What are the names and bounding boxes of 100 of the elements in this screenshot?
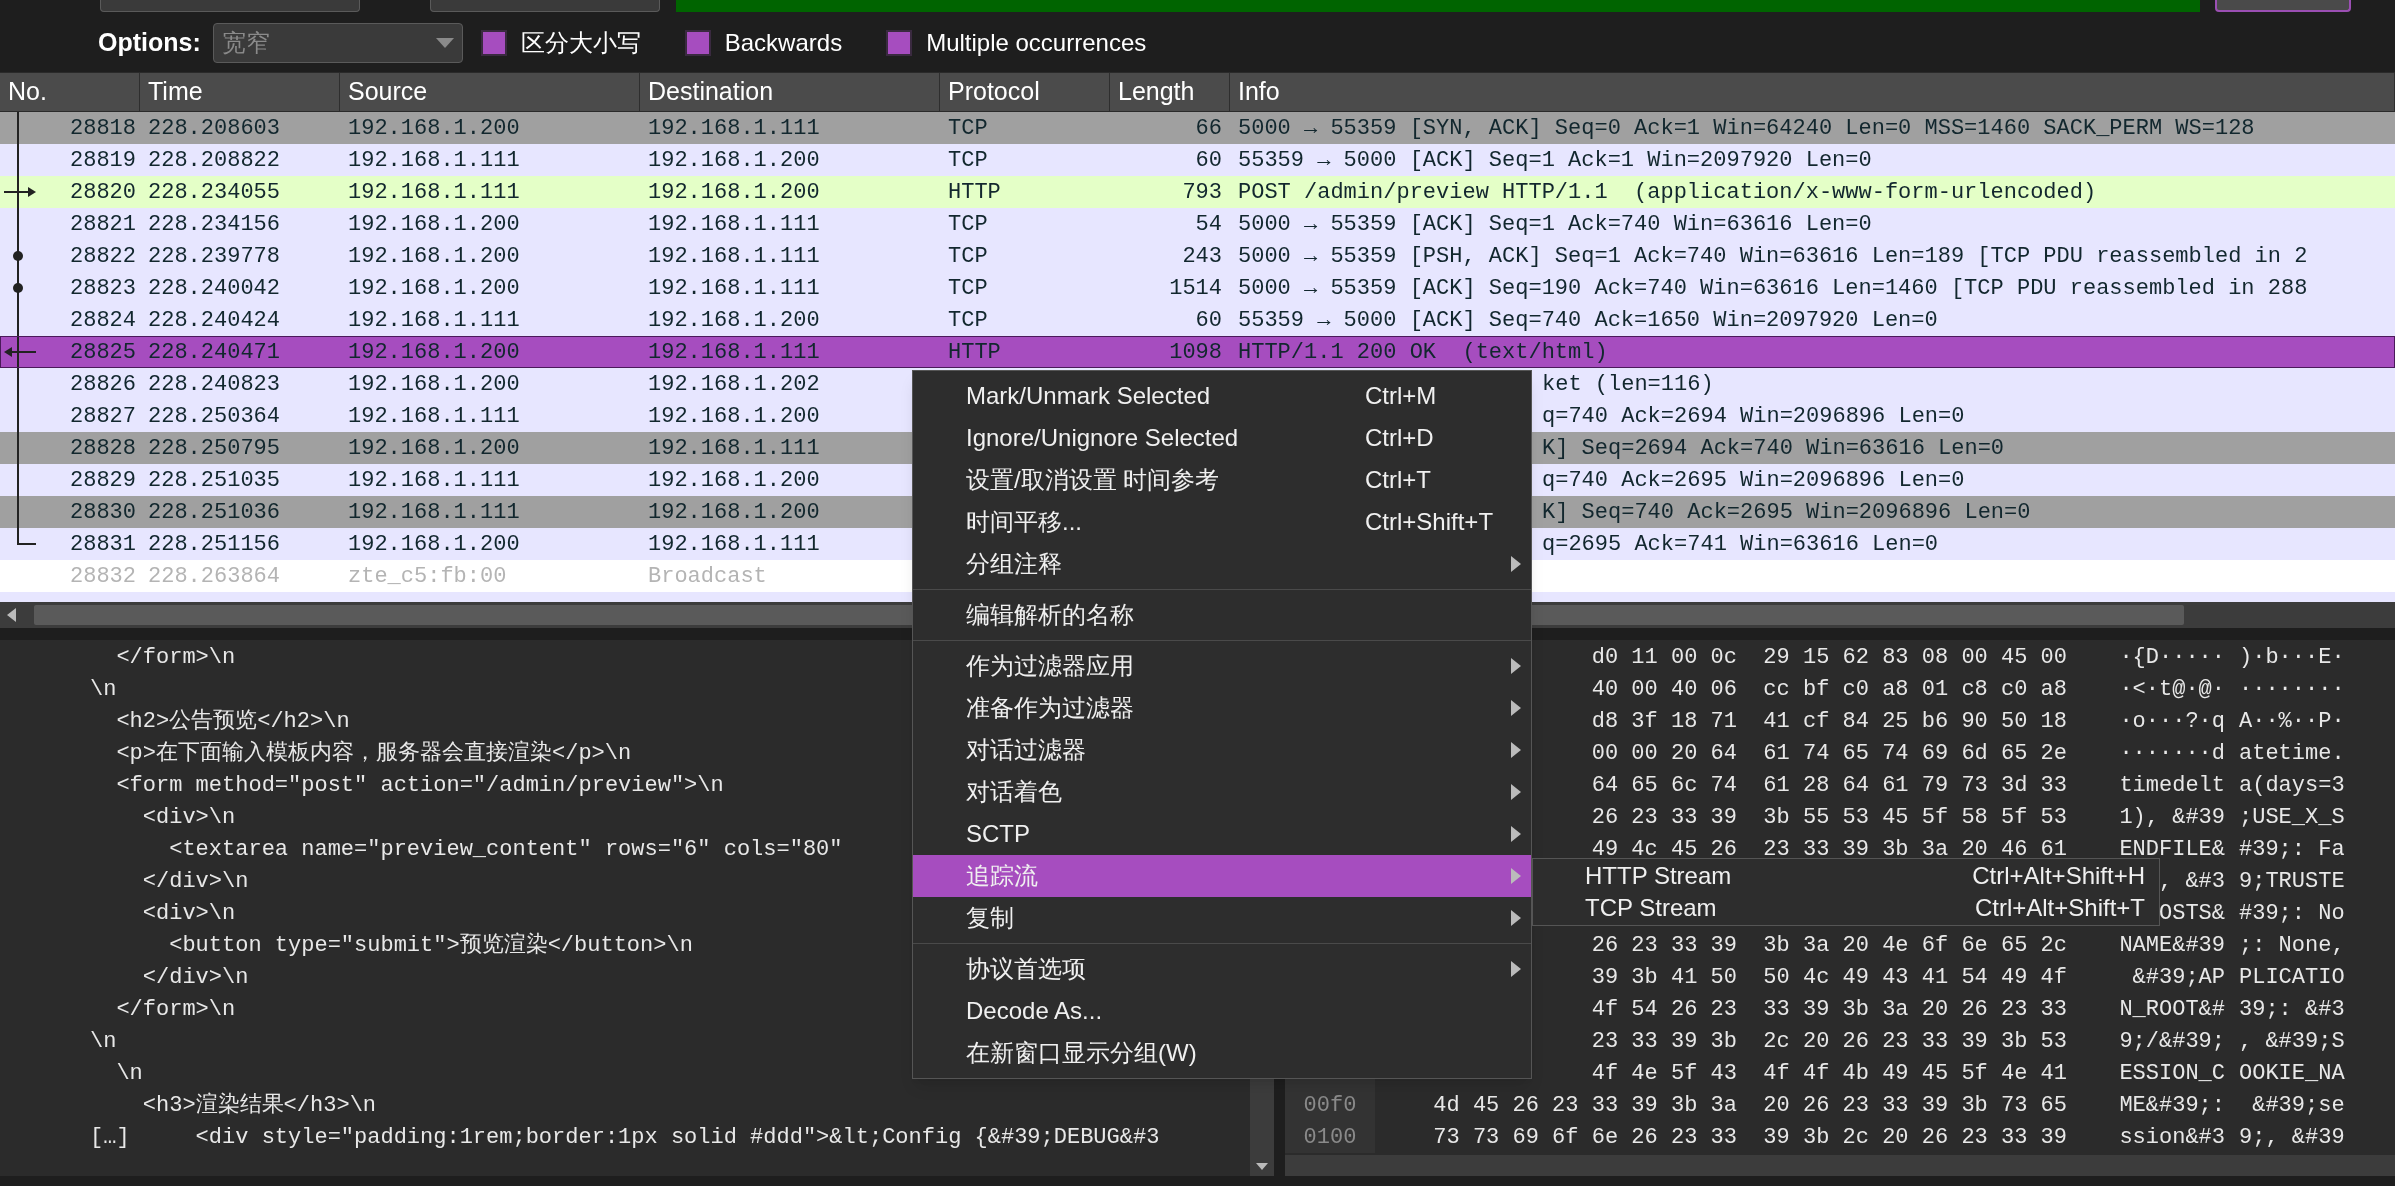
hex-bytes: d0 11 00 0c 29 15 62 83 08 00 45 00 [1591,644,2067,670]
stream-text-line: \n [115,1059,143,1088]
packet-time: 228.240471 [148,339,281,365]
packet-destination: 192.168.1.111 [648,339,820,365]
hex-bytes: 4f 54 26 23 33 39 3b 3a 20 26 23 33 [1591,996,2067,1022]
packet-destination: 192.168.1.200 [648,403,820,429]
packet-source: 192.168.1.200 [348,243,520,269]
packet-time: 228.234156 [148,211,281,237]
hex-ascii: ME&#39;: [2119,1092,2225,1118]
packet-source: 192.168.1.200 [348,435,520,461]
menu-shortcut: Ctrl+Shift+T [1365,507,1494,537]
hex-bytes: 26 23 33 39 3b 3a 20 4e 6f 6e 65 2c [1591,932,2067,958]
hex-ascii: &#39;se [2251,1092,2345,1118]
packet-protocol: HTTP [948,339,1001,365]
hex-ascii: NAME&#39 [2119,932,2225,958]
packet-destination: 192.168.1.111 [648,531,820,557]
hex-bytes: 40 00 40 06 cc bf c0 a8 01 c8 c0 a8 [1591,676,2067,702]
stream-text-line: <button type="submit">预览渲染</button>\n [168,931,693,960]
hex-ascii: A··%··P· [2239,708,2345,734]
packet-time: 228.250364 [148,403,281,429]
packet-time: 228.251035 [148,467,281,493]
packet-time: 228.251036 [148,499,281,525]
hex-ascii: ;USE_X_S [2239,804,2345,830]
stream-text-line: </div>\n [141,963,249,992]
packet-destination: 192.168.1.200 [648,499,820,525]
packet-time: 228.208603 [148,115,281,141]
hex-ascii: 39;: &#3 [2239,996,2345,1022]
options-label: Options: [98,27,201,59]
packet-destination: 192.168.1.200 [648,147,820,173]
packet-number: 28824 [70,306,137,335]
checkbox-label: Multiple occurrences [926,28,1147,58]
packet-length: 54 [1195,211,1222,237]
hex-bytes: 4d 45 26 23 33 39 3b 3a 20 26 23 33 39 3b 73 65 [1433,1092,2067,1118]
hex-bytes: d8 3f 18 71 41 cf 84 25 b6 90 50 18 [1591,708,2067,734]
packet-source: zte_c5:fb:00 [348,563,507,589]
packet-info: K] Seq=740 Ack=2695 Win=2096896 Len=0 [1542,499,2031,525]
hex-offset: 0100 [1303,1123,1357,1152]
hex-bytes: 00 00 20 64 61 74 65 74 69 6d 65 2e [1591,740,2067,766]
hex-bytes: 39 3b 41 50 50 4c 49 43 41 54 49 4f [1591,964,2067,990]
hex-ascii: 9;TRUSTE [2239,868,2345,894]
packet-source: 192.168.1.200 [348,339,520,365]
checkbox-label: 区分大小写 [520,28,641,58]
packet-source: 192.168.1.111 [348,307,520,333]
hex-bytes: 26 23 33 39 3b 55 53 45 5f 58 5f 53 [1591,804,2067,830]
hex-bytes: 23 33 39 3b 2c 20 26 23 33 39 3b 53 [1591,1028,2067,1054]
stream-text-line: <div>\n [141,899,236,928]
hex-ascii: #39;: No [2239,900,2345,926]
packet-number: 28826 [70,370,137,399]
packet-info: q=2695 Ack=741 Win=63616 Len=0 [1542,531,1939,557]
packet-number: 28828 [70,434,137,463]
packet-info: 5000 → 55359 [SYN, ACK] Seq=0 Ack=1 Win=64240 Len=0 MSS=1460 SACK_PERM WS=128 [1238,115,2255,141]
packet-number: 28819 [70,146,137,175]
hex-ascii: a(days=3 [2239,772,2345,798]
hex-ascii: 9;, &#39 [2239,1124,2345,1150]
packet-number: 28830 [70,498,137,527]
stream-text-line: […] <div style="padding:1rem;border:1px solid #ddd">&lt;Config {&#39;DEBUG&#3 [90,1123,1160,1152]
stream-text-line: <textarea name="preview_content" rows="6" cols="80" [168,835,843,864]
packet-info: 5000 → 55359 [PSH, ACK] Seq=1 Ack=740 Win=63616 Len=189 [TCP PDU reassembled in 2 [1238,243,2308,269]
hex-ascii: ESSION_C [2119,1060,2225,1086]
packet-info: q=740 Ack=2695 Win=2096896 Len=0 [1542,467,1965,493]
packet-length: 793 [1182,179,1222,205]
packet-source: 192.168.1.111 [348,147,520,173]
packet-source: 192.168.1.111 [348,467,520,493]
stream-text-line: <p>在下面输入模板内容，服务器会直接渲染</p>\n [115,739,632,768]
stream-text-line: <h2>公告预览</h2>\n [115,707,350,736]
packet-number: 28829 [70,466,137,495]
menu-shortcut: Ctrl+Alt+Shift+H [1972,861,2145,891]
hex-ascii: 1), &#39 [2119,804,2225,830]
packet-info: 5000 → 55359 [ACK] Seq=190 Ack=740 Win=63616 Len=1460 [TCP PDU reassembled in 288 [1238,275,2308,301]
packet-number: 28821 [70,210,137,239]
packet-source: 192.168.1.111 [348,499,520,525]
packet-protocol: TCP [948,115,988,141]
hex-ascii: )·b···E· [2239,644,2345,670]
hex-ascii: #39;: Fa [2239,836,2345,862]
packet-time: 228.251156 [148,531,281,557]
packet-length: 60 [1195,307,1222,333]
hex-ascii: ENDFILE& [2119,836,2225,862]
hex-ascii: ·<·t@·@· [2119,676,2225,702]
packet-number: 28818 [70,114,137,143]
stream-text-line: <h3>渲染结果</h3>\n [141,1091,377,1120]
packet-time: 228.240823 [148,371,281,397]
hex-ascii: ·o···?·q [2119,708,2225,734]
stream-text-line: </div>\n [141,867,249,896]
packet-source: 192.168.1.111 [348,403,520,429]
packet-number: 28820 [70,178,137,207]
stream-text-line: \n [90,675,117,704]
hex-ascii: N_ROOT&# [2119,996,2225,1022]
hex-ascii: , &#3 [2159,868,2225,894]
packet-info: ket (len=116) [1542,371,1714,397]
packet-protocol: TCP [948,147,988,173]
packet-protocol: TCP [948,307,988,333]
stream-text-line: <form method="post" action="/admin/preview">\n [115,771,724,800]
hex-ascii: ;: None, [2239,932,2345,958]
packet-destination: 192.168.1.111 [648,435,820,461]
hex-bytes: 49 4c 45 26 23 33 39 3b 3a 20 46 61 [1591,836,2067,862]
packet-protocol: TCP [948,275,988,301]
packet-source: 192.168.1.200 [348,531,520,557]
packet-destination: 192.168.1.200 [648,179,820,205]
packet-number: 28825 [70,338,137,367]
packet-time: 228.239778 [148,243,281,269]
